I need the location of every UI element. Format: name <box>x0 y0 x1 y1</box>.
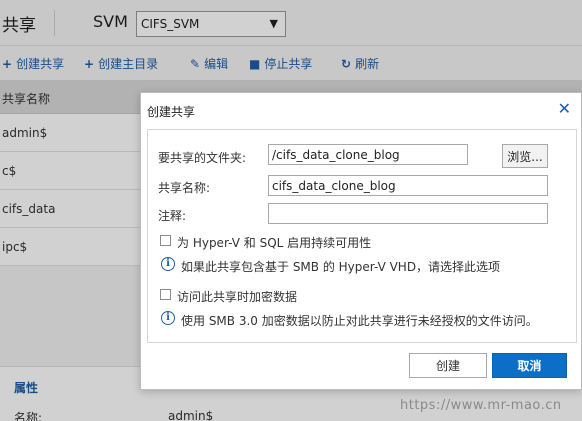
hyperv-checkbox[interactable] <box>160 235 171 246</box>
comment-label: 注释: <box>158 209 187 223</box>
share-name-label: 共享名称: <box>158 181 211 195</box>
hyperv-checkbox-label: 为 Hyper-V 和 SQL 启用持续可用性 <box>177 236 372 250</box>
browse-button[interactable]: 浏览... <box>502 144 548 168</box>
folder-label: 要共享的文件夹: <box>158 151 247 165</box>
dialog-title: 创建共享 <box>147 105 196 119</box>
encrypt-checkbox-label: 访问此共享时加密数据 <box>177 290 298 304</box>
cancel-button[interactable]: 取消 <box>492 353 567 378</box>
share-name-input[interactable] <box>268 175 548 196</box>
info-icon: i <box>161 311 175 325</box>
close-icon[interactable]: ✕ <box>558 99 571 118</box>
folder-input[interactable] <box>268 144 468 165</box>
dialog-body: 要共享的文件夹: 浏览... 共享名称: 注释: 为 Hyper-V 和 SQL… <box>147 129 577 343</box>
encrypt-info-text: 使用 SMB 3.0 加密数据以防止对此共享进行未经授权的文件访问。 <box>181 314 538 328</box>
create-share-dialog: 创建共享 ✕ 要共享的文件夹: 浏览... 共享名称: 注释: 为 Hyper-… <box>140 92 582 390</box>
create-button[interactable]: 创建 <box>409 353 487 378</box>
dialog-footer: 创建 取消 <box>141 347 581 389</box>
encrypt-checkbox[interactable] <box>160 289 171 300</box>
hyperv-info-text: 如果此共享包含基于 SMB 的 Hyper-V VHD，请选择此选项 <box>181 260 501 274</box>
comment-input[interactable] <box>268 203 548 224</box>
watermark: https://www.mr-mao.cn <box>400 398 562 413</box>
info-icon: i <box>161 257 175 271</box>
